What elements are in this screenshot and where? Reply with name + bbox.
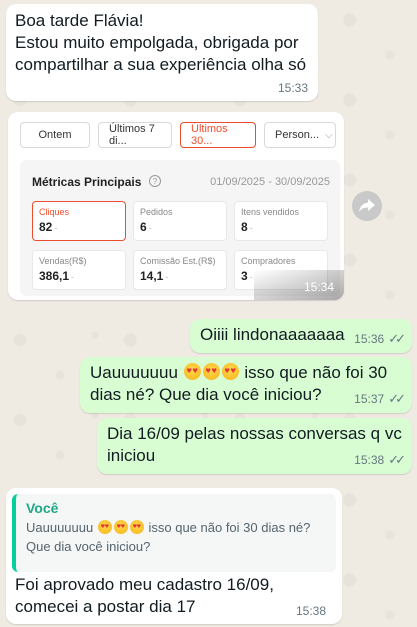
filter-label: Person... (275, 129, 320, 141)
filter-label: Ontem (38, 129, 72, 141)
filter-label: Últimos 30... (191, 123, 228, 147)
image-message[interactable]: Ontem Últimos 7 di... Últimos 30... Pers… (8, 112, 344, 300)
metric-card-items-sold: Itens vendidos 8- (234, 201, 328, 241)
message-line: comecei a postar dia 17 (15, 597, 196, 616)
message-line: Estou muito empolgada, obrigada por (15, 33, 299, 52)
quote-segment: Uauuuuuuu (26, 520, 94, 535)
metric-label: Itens vendidos (241, 207, 300, 217)
message-time: 15:38 (354, 453, 385, 467)
metric-value: 386,1 (39, 269, 70, 283)
filter-chip-ontem: Ontem (20, 122, 90, 148)
message-line: compartilhar a sua experiência olha só (15, 55, 307, 74)
chevron-down-icon: ⌵ (325, 129, 333, 141)
metric-change: - (71, 272, 75, 282)
metric-label: Compradores (241, 256, 296, 266)
filter-chip-30-days: Últimos 30... (180, 122, 256, 148)
metric-value: 82 (39, 220, 53, 234)
panel-title: Métricas Principais (32, 175, 142, 189)
metric-change: - (54, 223, 58, 233)
metric-change: - (249, 272, 253, 282)
quote-segment: isso que não foi 30 dias né? (148, 520, 311, 535)
metric-card-commission: Comissão Est.(R$) 14,1- (133, 250, 227, 290)
quote-line: Uauuuuuuu isso que não foi 30 dias né? (26, 518, 326, 537)
metric-change: - (165, 272, 169, 282)
message-line: Foi aprovado meu cadastro 16/09, (15, 575, 274, 594)
outgoing-message[interactable]: Dia 16/09 pelas nossas conversas q vc in… (97, 418, 412, 474)
message-time: 15:34 (303, 280, 334, 294)
quote-author: Você (26, 500, 59, 516)
message-segment: Uauuuuuuu (90, 363, 178, 382)
metric-label: Vendas(R$) (39, 256, 87, 266)
heart-eyes-emoji (202, 363, 220, 380)
message-line: Uauuuuuuu isso que não foi 30 (90, 362, 387, 384)
message-line: Boa tarde Flávia! (15, 11, 144, 30)
message-line: Dia 16/09 pelas nossas conversas q vc (107, 424, 402, 443)
metric-value: 14,1 (140, 269, 164, 283)
date-range: 01/09/2025 - 30/09/2025 (210, 176, 330, 188)
filter-label: Últimos 7 di... (109, 123, 155, 147)
double-check-icon: ✓✓ (388, 331, 406, 346)
metric-value: 3 (241, 269, 248, 283)
question-circle-icon: ? (149, 175, 161, 187)
filter-chip-7-days: Últimos 7 di... (98, 122, 172, 148)
date-filter-bar: Ontem Últimos 7 di... Últimos 30... Pers… (20, 122, 336, 148)
message-time: 15:37 (354, 392, 385, 406)
metric-label: Comissão Est.(R$) (140, 256, 216, 266)
heart-eyes-emoji (113, 520, 128, 534)
heart-eyes-emoji (183, 363, 201, 380)
message-time: 15:36 (354, 332, 385, 346)
message-text: Oiiii lindonaaaaaaa (200, 325, 345, 344)
outgoing-message[interactable]: Oiiii lindonaaaaaaa 15:36 ✓✓ (190, 319, 412, 353)
metric-card-orders: Pedidos 6- (133, 201, 227, 241)
heart-eyes-emoji (129, 520, 144, 534)
double-check-icon: ✓✓ (388, 391, 406, 406)
metric-label: Cliques (39, 207, 70, 217)
message-line: dias né? Que dia você iniciou? (90, 385, 322, 404)
heart-eyes-emoji (221, 363, 239, 380)
quote-line: Que dia você iniciou? (26, 539, 151, 554)
incoming-reply-message[interactable]: Você Uauuuuuuu isso que não foi 30 dias … (6, 488, 342, 624)
metric-label: Pedidos (140, 207, 173, 217)
metric-card-sales: Vendas(R$) 386,1- (32, 250, 126, 290)
outgoing-message[interactable]: Uauuuuuuu isso que não foi 30 dias né? Q… (80, 357, 412, 413)
message-time: 15:38 (295, 604, 326, 618)
quoted-message[interactable]: Você Uauuuuuuu isso que não foi 30 dias … (12, 494, 336, 572)
heart-eyes-emoji (97, 520, 112, 534)
double-check-icon: ✓✓ (388, 452, 406, 467)
message-time: 15:33 (277, 81, 308, 95)
metric-value: 6 (140, 220, 147, 234)
metric-change: - (249, 223, 253, 233)
metric-change: - (148, 223, 152, 233)
filter-chip-custom: Person... ⌵ (264, 122, 336, 148)
incoming-message[interactable]: Boa tarde Flávia! Estou muito empolgada,… (6, 4, 318, 101)
metric-card-clicks: Cliques 82- (32, 201, 126, 241)
forward-icon[interactable] (352, 191, 382, 221)
metric-value: 8 (241, 220, 248, 234)
message-segment: isso que não foi 30 (244, 363, 388, 382)
